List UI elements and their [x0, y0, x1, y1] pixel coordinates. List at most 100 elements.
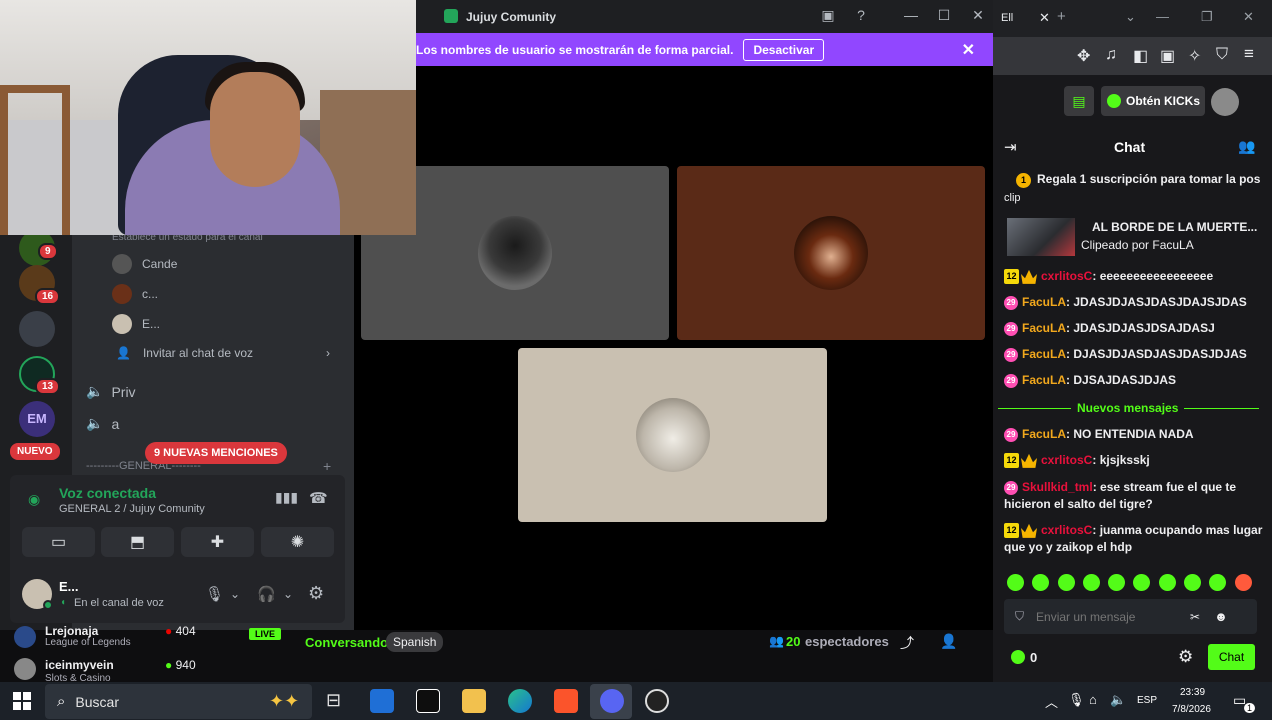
- task-view-icon[interactable]: ⊟: [326, 690, 341, 711]
- participant-tile[interactable]: [677, 166, 985, 340]
- extensions-icon[interactable]: ✥: [1077, 46, 1090, 66]
- file-explorer-icon[interactable]: [462, 689, 486, 713]
- obs-icon[interactable]: [645, 689, 669, 713]
- brave-icon[interactable]: [554, 689, 578, 713]
- pinned-gift-banner[interactable]: 1 Regala 1 suscripción para tomar la pos: [1016, 172, 1264, 188]
- mic-tray-icon[interactable]: 🎙: [1068, 692, 1085, 708]
- minimize-icon[interactable]: —: [1156, 9, 1169, 24]
- voice-member[interactable]: Cande: [112, 254, 177, 274]
- streamer-name[interactable]: Lrejonaja: [45, 624, 98, 638]
- streamer-game[interactable]: League of Legends: [45, 637, 131, 648]
- clock-date[interactable]: 7/8/2026: [1172, 704, 1211, 715]
- chat-message[interactable]: 12 cxrlitosC: eeeeeeeeeeeeeeeee: [1004, 268, 1264, 285]
- emoji-icon[interactable]: ☻: [1214, 609, 1228, 624]
- close-icon[interactable]: ✕: [968, 7, 988, 24]
- store-app-icon[interactable]: [370, 689, 394, 713]
- camera-button[interactable]: ▭: [22, 527, 95, 557]
- screen-share-button[interactable]: ⬒: [101, 527, 174, 557]
- tab-list-icon[interactable]: ⌄: [1125, 9, 1136, 25]
- chat-message[interactable]: 29 FacuLA: DJASJDJASDJASJDASJDJAS: [1004, 346, 1264, 363]
- chat-user[interactable]: FacuLA: [1022, 347, 1066, 361]
- chat-user[interactable]: FacuLA: [1022, 295, 1066, 309]
- disconnect-icon[interactable]: ☎: [309, 489, 328, 507]
- chat-user[interactable]: FacuLA: [1022, 321, 1066, 335]
- new-label[interactable]: NUEVO: [10, 443, 60, 460]
- follow-user-icon[interactable]: 👤: [940, 633, 957, 650]
- discord-app-icon[interactable]: [600, 689, 624, 713]
- voice-channel-label[interactable]: GENERAL 2 / Jujuy Comunity: [59, 503, 205, 515]
- input-language[interactable]: ESP: [1137, 695, 1157, 706]
- emote-icon[interactable]: [1058, 574, 1075, 591]
- server-icon[interactable]: EM: [19, 401, 55, 437]
- microphone-icon[interactable]: 🎙: [205, 585, 224, 603]
- participant-tile[interactable]: [518, 348, 827, 522]
- chat-settings-icon[interactable]: ⚙: [1178, 647, 1193, 667]
- chat-send-button[interactable]: Chat: [1208, 644, 1255, 670]
- chat-user[interactable]: cxrlitosC: [1041, 523, 1092, 537]
- edge-icon[interactable]: [508, 689, 532, 713]
- user-avatar[interactable]: [1211, 88, 1239, 116]
- invite-to-voice[interactable]: 👤 Invitar al chat de voz ›: [116, 346, 330, 360]
- deactivate-button[interactable]: Desactivar: [743, 38, 825, 61]
- user-name[interactable]: E...: [59, 579, 79, 594]
- emote-icon[interactable]: [1159, 574, 1176, 591]
- banner-close-icon[interactable]: ✕: [962, 40, 975, 60]
- taskbar-search[interactable]: ⌕ Buscar ✦✦: [45, 684, 312, 719]
- chat-message[interactable]: 29 FacuLA: JDASJDJASJDASJDAJSJDAS: [1004, 294, 1264, 311]
- music-icon[interactable]: ♫: [1105, 46, 1117, 64]
- chat-message[interactable]: 29 FacuLA: JDASJDJASJDSAJDASJ: [1004, 320, 1264, 337]
- chevron-down-icon[interactable]: ⌄: [230, 587, 240, 601]
- shield-icon[interactable]: ⛉: [1216, 46, 1228, 64]
- chat-user[interactable]: cxrlitosC: [1041, 269, 1092, 283]
- channel-item[interactable]: 🔈 Priv: [86, 383, 136, 400]
- chat-user[interactable]: FacuLA: [1022, 373, 1066, 387]
- chat-message[interactable]: 29 FacuLA: DJSAJDASJDJAS: [1004, 372, 1264, 389]
- channel-item[interactable]: 🔈 a: [86, 415, 119, 432]
- streamer-name[interactable]: iceinmyvein: [45, 658, 114, 672]
- maximize-icon[interactable]: ☐: [934, 7, 954, 24]
- clip-thumbnail[interactable]: [1007, 218, 1075, 256]
- wallet-icon[interactable]: ▣: [1160, 46, 1175, 66]
- collapse-chat-icon[interactable]: ⇥: [1004, 138, 1017, 156]
- chat-message[interactable]: 29 Skullkid_tml: ese stream fue el que te…: [1004, 479, 1264, 513]
- chat-message[interactable]: 29 FacuLA: NO ENTENDIA NADA: [1004, 426, 1264, 443]
- tray-chevron-icon[interactable]: ︿: [1045, 692, 1058, 711]
- chat-user[interactable]: Skullkid_tml: [1022, 480, 1093, 494]
- share-icon[interactable]: ⤴: [900, 633, 914, 653]
- network-icon[interactable]: ⌂: [1089, 692, 1097, 707]
- menu-icon[interactable]: ≡: [1244, 44, 1254, 64]
- channel-avatar[interactable]: [14, 658, 36, 680]
- ai-icon[interactable]: ✧: [1188, 46, 1201, 66]
- stream-status[interactable]: Conversando: [305, 635, 388, 650]
- emote-icon[interactable]: [1184, 574, 1201, 591]
- minimize-icon[interactable]: —: [901, 7, 921, 23]
- server-icon[interactable]: [19, 311, 55, 347]
- chat-message[interactable]: 12 cxrlitosC: kjsjksskj: [1004, 452, 1264, 469]
- chat-user[interactable]: cxrlitosC: [1041, 453, 1092, 467]
- restore-icon[interactable]: ❐: [1201, 9, 1213, 25]
- voice-member[interactable]: c...: [112, 284, 158, 304]
- emote-icon[interactable]: [1032, 574, 1049, 591]
- channel-avatar[interactable]: [14, 626, 36, 648]
- sidebar-icon[interactable]: ◧: [1133, 46, 1148, 66]
- users-icon[interactable]: 👥: [1238, 138, 1255, 155]
- tab-close-icon[interactable]: ✕: [1039, 10, 1050, 26]
- language-tag[interactable]: Spanish: [386, 632, 444, 652]
- soundboard-button[interactable]: ✺: [261, 527, 334, 557]
- chat-user[interactable]: FacuLA: [1022, 427, 1066, 441]
- emote-icon[interactable]: [1235, 574, 1252, 591]
- add-channel-icon[interactable]: +: [323, 458, 331, 474]
- tab-label[interactable]: Ell: [1001, 12, 1013, 24]
- start-icon[interactable]: [13, 692, 31, 710]
- headphones-icon[interactable]: 🎧: [257, 585, 276, 603]
- emote-icon[interactable]: [1007, 574, 1024, 591]
- emote-icon[interactable]: [1083, 574, 1100, 591]
- inbox-icon[interactable]: ▣: [818, 7, 838, 24]
- mentions-pill[interactable]: 9 NUEVAS MENCIONES: [145, 442, 287, 464]
- new-tab-icon[interactable]: +: [1057, 8, 1066, 25]
- voice-member[interactable]: E...: [112, 314, 160, 334]
- clip-title[interactable]: AL BORDE DE LA MUERTE...: [1092, 220, 1257, 234]
- emote-icon[interactable]: [1133, 574, 1150, 591]
- store-button[interactable]: ▤: [1064, 86, 1094, 116]
- voice-status[interactable]: Voz conectada: [59, 485, 156, 501]
